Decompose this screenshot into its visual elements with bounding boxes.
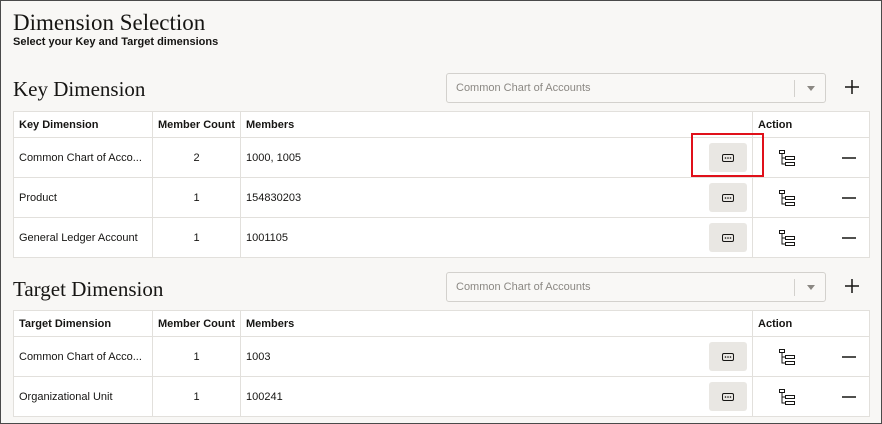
dimension-name-cell: Common Chart of Acco...	[13, 336, 153, 377]
dimension-name-cell: General Ledger Account	[13, 217, 153, 258]
dimension-name-cell: Common Chart of Acco...	[13, 137, 153, 178]
remove-dimension-button[interactable]	[837, 385, 861, 409]
table-row: Organizational Unit 1 100241	[13, 376, 870, 417]
member-count: 1	[152, 336, 241, 377]
ellipsis-icon	[722, 352, 735, 361]
key-dimension-title: Key Dimension	[13, 77, 146, 101]
plus-icon	[845, 80, 859, 94]
minus-icon	[842, 395, 857, 398]
column-header-members[interactable]: Members	[239, 111, 754, 138]
member-count: 1	[152, 177, 241, 218]
add-key-dimension-button[interactable]	[841, 76, 863, 98]
member-count: 2	[152, 137, 241, 178]
action-cell	[752, 217, 870, 258]
remove-dimension-button[interactable]	[837, 226, 861, 250]
select-divider	[794, 279, 795, 296]
target-dimension-select-placeholder: Common Chart of Accounts	[456, 281, 591, 293]
select-members-button[interactable]	[709, 183, 748, 212]
select-members-button[interactable]	[709, 223, 748, 252]
hierarchy-icon	[779, 388, 796, 405]
members-cell: 1001105	[239, 217, 754, 258]
ellipsis-icon	[722, 392, 735, 401]
key-dimension-select-placeholder: Common Chart of Accounts	[456, 82, 591, 94]
member-count: 1	[152, 217, 241, 258]
hierarchy-icon	[779, 348, 796, 365]
action-cell	[752, 177, 870, 218]
hierarchy-icon	[779, 149, 796, 166]
column-header-members[interactable]: Members	[239, 310, 754, 337]
members-cell: 1000, 1005	[239, 137, 754, 178]
ellipsis-icon	[722, 153, 735, 162]
members-value: 154830203	[246, 191, 302, 204]
dimension-selection-panel: Dimension Selection Select your Key and …	[0, 0, 882, 424]
remove-dimension-button[interactable]	[837, 345, 861, 369]
column-header-key-dimension[interactable]: Key Dimension	[13, 111, 153, 138]
dimension-name: Common Chart of Acco...	[19, 350, 142, 363]
table-header-row: Target Dimension Member Count Members Ac…	[13, 310, 870, 337]
minus-icon	[842, 236, 857, 239]
action-cell	[752, 137, 870, 178]
page-subtitle: Select your Key and Target dimensions	[13, 36, 219, 48]
chevron-down-icon[interactable]	[807, 285, 815, 290]
minus-icon	[842, 355, 857, 358]
select-members-button[interactable]	[709, 342, 748, 371]
key-dimension-table: Key Dimension Member Count Members Actio…	[13, 111, 870, 258]
chevron-down-icon[interactable]	[807, 86, 815, 91]
view-hierarchy-button[interactable]	[775, 385, 799, 409]
minus-icon	[842, 156, 857, 159]
view-hierarchy-button[interactable]	[775, 345, 799, 369]
target-dimension-title: Target Dimension	[13, 277, 164, 301]
remove-dimension-button[interactable]	[837, 186, 861, 210]
column-header-target-dimension[interactable]: Target Dimension	[13, 310, 153, 337]
column-header-member-count[interactable]: Member Count	[152, 310, 241, 337]
view-hierarchy-button[interactable]	[775, 186, 799, 210]
dimension-name: Common Chart of Acco...	[19, 151, 142, 164]
members-value: 1003	[246, 350, 271, 363]
remove-dimension-button[interactable]	[837, 146, 861, 170]
table-header-row: Key Dimension Member Count Members Actio…	[13, 111, 870, 138]
members-value: 1000, 1005	[246, 151, 302, 164]
dimension-name: Organizational Unit	[19, 390, 113, 403]
hierarchy-icon	[779, 189, 796, 206]
table-row: Product 1 154830203	[13, 177, 870, 218]
ellipsis-icon	[722, 233, 735, 242]
view-hierarchy-button[interactable]	[775, 226, 799, 250]
table-row: Common Chart of Acco... 1 1003	[13, 336, 870, 377]
dimension-name: General Ledger Account	[19, 231, 138, 244]
target-dimension-table: Target Dimension Member Count Members Ac…	[13, 310, 870, 417]
select-members-button[interactable]	[709, 382, 748, 411]
members-cell: 154830203	[239, 177, 754, 218]
members-cell: 100241	[239, 376, 754, 417]
members-cell: 1003	[239, 336, 754, 377]
dimension-name-cell: Product	[13, 177, 153, 218]
table-row: Common Chart of Acco... 2 1000, 1005	[13, 137, 870, 178]
view-hierarchy-button[interactable]	[775, 146, 799, 170]
action-cell	[752, 376, 870, 417]
page-title: Dimension Selection	[13, 10, 206, 35]
target-dimension-select[interactable]: Common Chart of Accounts	[446, 272, 826, 302]
add-target-dimension-button[interactable]	[841, 275, 863, 297]
table-row: General Ledger Account 1 1001105	[13, 217, 870, 258]
action-cell	[752, 336, 870, 377]
key-dimension-select[interactable]: Common Chart of Accounts	[446, 73, 826, 103]
hierarchy-icon	[779, 229, 796, 246]
column-header-action: Action	[752, 111, 870, 138]
select-divider	[794, 80, 795, 97]
member-count: 1	[152, 376, 241, 417]
members-value: 1001105	[246, 231, 289, 244]
column-header-member-count[interactable]: Member Count	[152, 111, 241, 138]
column-header-action: Action	[752, 310, 870, 337]
dimension-name-cell: Organizational Unit	[13, 376, 153, 417]
dimension-name: Product	[19, 191, 57, 204]
minus-icon	[842, 196, 857, 199]
plus-icon	[845, 279, 859, 293]
members-value: 100241	[246, 390, 283, 403]
ellipsis-icon	[722, 193, 735, 202]
select-members-button[interactable]	[709, 143, 748, 172]
